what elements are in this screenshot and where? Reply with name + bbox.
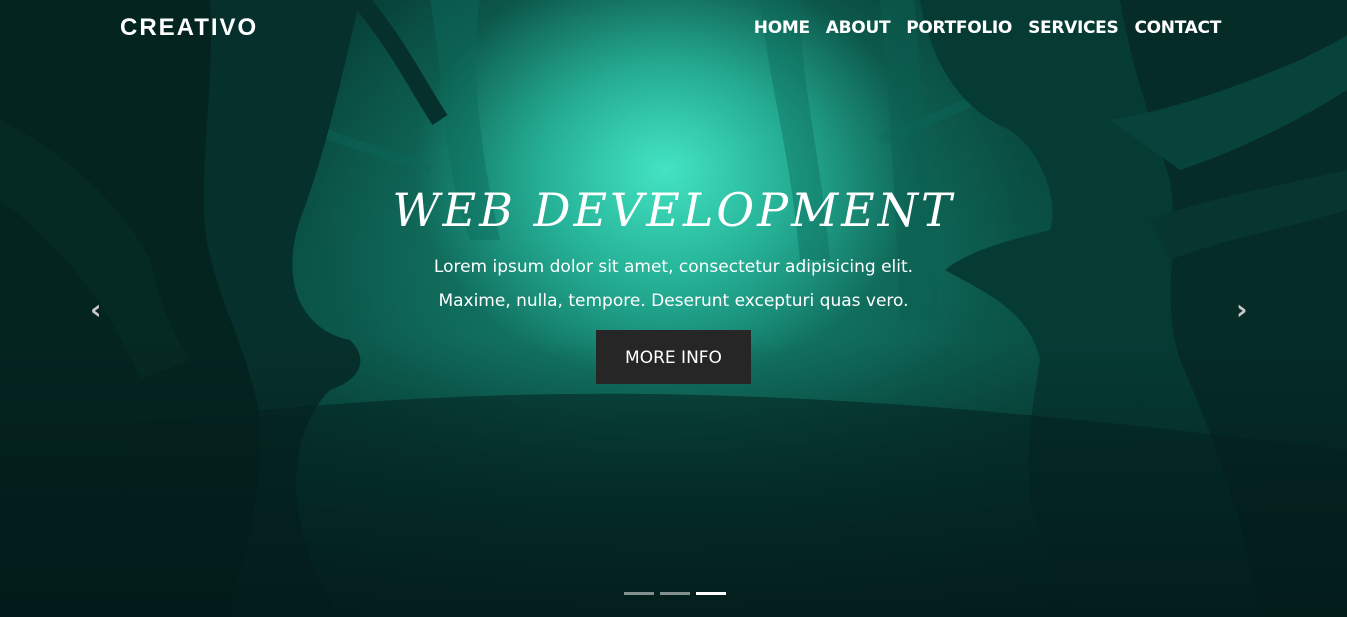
slide-title: WEB DEVELOPMENT [392,183,955,237]
slide-description-line-2: Maxime, nulla, tempore. Deserunt exceptu… [438,291,909,311]
slide-description-line-1: Lorem ipsum dolor sit amet, consectetur … [433,257,914,277]
nav-link-contact[interactable]: CONTACT [1134,18,1221,38]
nav-link-portfolio[interactable]: PORTFOLIO [906,18,1012,38]
hero-carousel: CREATIVO HOME ABOUT PORTFOLIO SERVICES C… [0,0,1347,617]
nav-item-services: SERVICES [1028,18,1119,38]
more-info-button[interactable]: MORE INFO [596,330,751,384]
slide-description: Lorem ipsum dolor sit amet, consectetur … [0,250,1347,318]
carousel-indicator-3[interactable] [696,592,726,595]
carousel-indicator-2[interactable] [660,592,690,595]
carousel-indicator-1[interactable] [624,592,654,595]
slide-caption: WEB DEVELOPMENT Lorem ipsum dolor sit am… [0,180,1347,384]
nav-menu: HOME ABOUT PORTFOLIO SERVICES CONTACT [754,18,1222,38]
nav-item-home: HOME [754,18,810,38]
nav-item-contact: CONTACT [1134,18,1221,38]
nav-item-portfolio: PORTFOLIO [906,18,1012,38]
nav-item-about: ABOUT [826,18,891,38]
nav-link-services[interactable]: SERVICES [1028,18,1119,38]
carousel-indicators [624,592,726,595]
nav-link-about[interactable]: ABOUT [826,18,891,38]
chevron-left-icon[interactable]: ‹ [90,296,114,324]
brand-logo[interactable]: CREATIVO [120,14,258,42]
navbar: CREATIVO HOME ABOUT PORTFOLIO SERVICES C… [0,0,1347,58]
chevron-right-icon[interactable]: › [1236,296,1260,324]
nav-link-home[interactable]: HOME [754,18,810,38]
